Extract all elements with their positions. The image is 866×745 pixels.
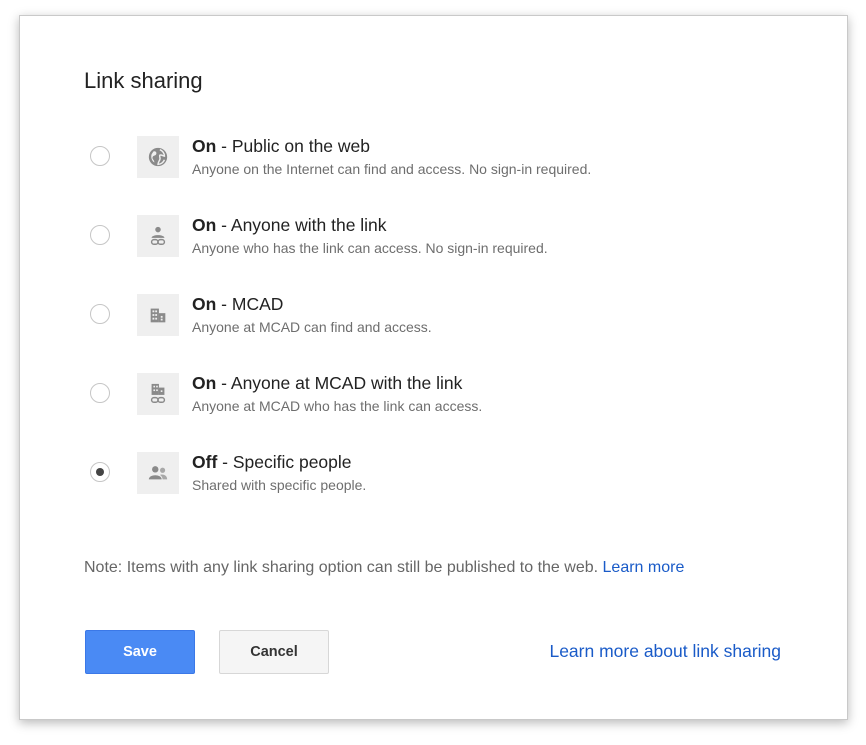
dialog-title: Link sharing (84, 68, 203, 93)
radio-anyone-with-link[interactable] (90, 225, 110, 245)
building-link-icon (137, 373, 179, 415)
option-specific-people[interactable]: Off - Specific people Shared with specif… (90, 452, 790, 498)
people-icon (137, 452, 179, 494)
radio-public-web[interactable] (90, 146, 110, 166)
note-text: Note: Items with any link sharing option… (84, 559, 603, 576)
option-anyone-with-link[interactable]: On - Anyone with the link Anyone who has… (90, 215, 790, 261)
radio-specific-people[interactable] (90, 462, 110, 482)
option-description: Anyone at MCAD who has the link can acce… (192, 398, 483, 414)
option-title: Off - Specific people (192, 452, 352, 472)
option-mcad[interactable]: On - MCAD Anyone at MCAD can find and ac… (90, 294, 790, 340)
cancel-button[interactable]: Cancel (219, 630, 329, 674)
radio-mcad-with-link[interactable] (90, 383, 110, 403)
person-link-icon (137, 215, 179, 257)
option-description: Anyone at MCAD can find and access. (192, 319, 432, 335)
option-title: On - Public on the web (192, 136, 371, 156)
option-title: On - MCAD (192, 294, 284, 314)
learn-more-link[interactable]: Learn more (603, 559, 685, 576)
option-description: Shared with specific people. (192, 477, 367, 493)
option-description: Anyone on the Internet can find and acce… (192, 161, 592, 177)
publish-note: Note: Items with any link sharing option… (84, 559, 684, 577)
radio-mcad[interactable] (90, 304, 110, 324)
save-button[interactable]: Save (85, 630, 195, 674)
learn-more-link-sharing[interactable]: Learn more about link sharing (549, 641, 781, 662)
building-icon (137, 294, 179, 336)
option-description: Anyone who has the link can access. No s… (192, 240, 548, 256)
globe-icon (137, 136, 179, 178)
option-mcad-with-link[interactable]: On - Anyone at MCAD with the link Anyone… (90, 373, 790, 419)
link-sharing-dialog: Link sharing On - Public on the web Anyo… (19, 15, 848, 720)
option-title: On - Anyone at MCAD with the link (192, 373, 463, 393)
option-title: On - Anyone with the link (192, 215, 387, 235)
option-public-web[interactable]: On - Public on the web Anyone on the Int… (90, 136, 790, 182)
